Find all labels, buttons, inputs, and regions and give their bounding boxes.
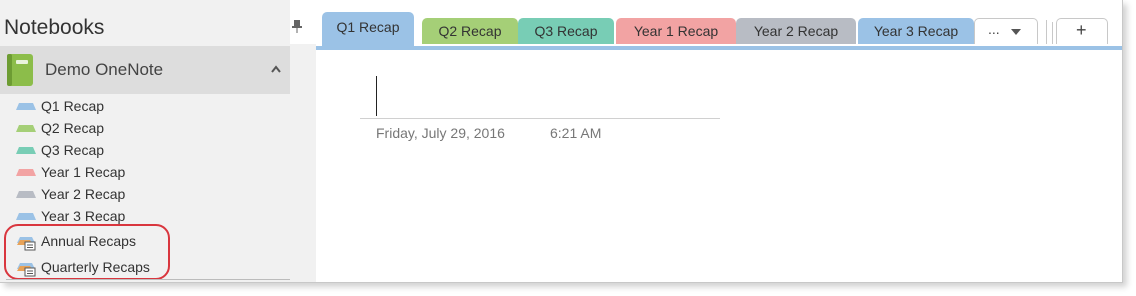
section-label: Q3 Recap	[41, 142, 105, 158]
more-label: ...	[988, 21, 1000, 37]
add-section-button[interactable]: +	[1056, 18, 1108, 44]
section-q2-recap[interactable]: Q2 Recap	[0, 118, 290, 140]
notebook-demo-onenote[interactable]: Demo OneNote	[0, 46, 290, 94]
section-label: Year 1 Recap	[41, 164, 126, 180]
chevron-up-icon[interactable]	[270, 64, 282, 74]
tab-year-1-recap[interactable]: Year 1 Recap	[616, 18, 736, 44]
section-color-swatch	[16, 103, 36, 110]
pin-icon[interactable]	[292, 19, 302, 33]
section-label: Q1 Recap	[41, 98, 105, 114]
tab-year-2-recap[interactable]: Year 2 Recap	[736, 18, 856, 44]
more-tabs-button[interactable]: ...	[974, 18, 1038, 44]
section-color-swatch	[16, 191, 36, 198]
section-label: Q2 Recap	[41, 120, 105, 136]
tab-stack-edge	[1046, 22, 1053, 44]
tab-q1-recap[interactable]: Q1 Recap	[322, 12, 414, 46]
sidebar-gutter	[290, 44, 316, 282]
section-year-2-recap[interactable]: Year 2 Recap	[0, 184, 290, 206]
page-time: 6:21 AM	[550, 125, 602, 141]
onenote-window: Notebooks Demo OneNote Q1 Recap Q2 Recap…	[0, 0, 1123, 283]
section-year-1-recap[interactable]: Year 1 Recap	[0, 162, 290, 184]
tab-year-3-recap[interactable]: Year 3 Recap	[858, 18, 974, 44]
plus-icon: +	[1076, 20, 1087, 40]
notebook-label: Demo OneNote	[45, 60, 164, 79]
sidebar-title: Notebooks	[4, 16, 105, 39]
section-color-swatch	[16, 213, 36, 220]
section-label: Year 3 Recap	[41, 208, 126, 224]
notebooks-sidebar: Notebooks Demo OneNote Q1 Recap Q2 Recap…	[0, 0, 290, 282]
section-q3-recap[interactable]: Q3 Recap	[0, 140, 290, 162]
tab-q3-recap[interactable]: Q3 Recap	[518, 18, 614, 44]
page-canvas[interactable]	[316, 46, 1122, 282]
notebook-icon	[7, 54, 33, 86]
tab-q2-recap[interactable]: Q2 Recap	[422, 18, 518, 44]
page-title-underline	[360, 118, 720, 119]
section-color-swatch	[16, 169, 36, 176]
page-date: Friday, July 29, 2016	[376, 125, 505, 141]
section-label: Year 2 Recap	[41, 186, 126, 202]
section-color-swatch	[16, 147, 36, 154]
section-color-swatch	[16, 125, 36, 132]
divider	[6, 279, 290, 280]
chevron-down-icon	[1011, 29, 1021, 35]
highlight-annotation	[4, 224, 170, 280]
text-cursor	[376, 76, 377, 116]
section-q1-recap[interactable]: Q1 Recap	[0, 96, 290, 118]
